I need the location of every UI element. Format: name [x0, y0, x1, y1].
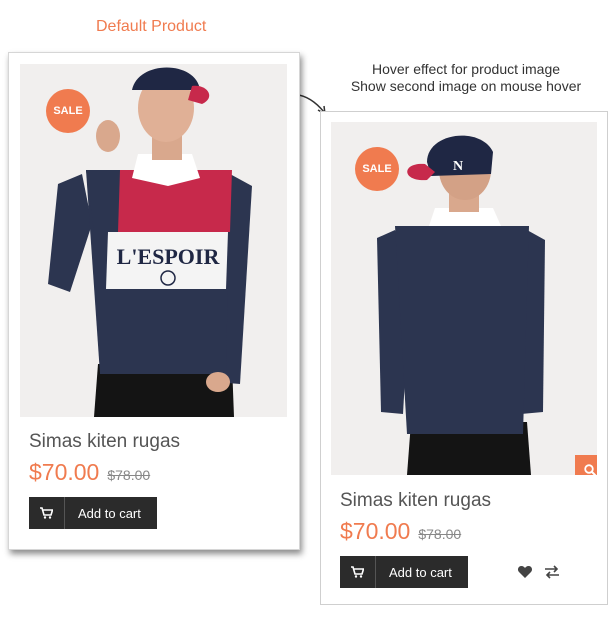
product-title[interactable]: Simas kiten rugas	[340, 490, 491, 512]
default-product-card[interactable]: L'ESPOIR SALE Simas kiten rugas $70.00 $…	[8, 52, 300, 550]
compare-icon[interactable]	[544, 564, 560, 580]
sale-badge: SALE	[46, 89, 90, 133]
price-row: $70.00 $78.00	[340, 518, 461, 545]
cart-icon	[340, 556, 376, 588]
product-image-hover[interactable]: N SALE	[331, 122, 597, 475]
hover-product-card[interactable]: N SALE Simas kiten rugas $70.00 $78.00 A…	[320, 111, 608, 605]
add-to-cart-label: Add to cart	[78, 505, 141, 521]
search-icon	[583, 463, 597, 475]
shirt-print: L'ESPOIR	[117, 244, 221, 269]
sale-price: $70.00	[340, 518, 411, 544]
original-price: $78.00	[107, 467, 151, 483]
price-row: $70.00 $78.00	[29, 459, 150, 486]
add-to-cart-label: Add to cart	[389, 564, 452, 580]
add-to-cart-button[interactable]: Add to cart	[29, 497, 157, 529]
add-to-cart-button[interactable]: Add to cart	[340, 556, 468, 588]
product-image[interactable]: L'ESPOIR SALE	[20, 64, 287, 417]
quick-view-button[interactable]	[575, 455, 597, 475]
heart-icon[interactable]	[517, 564, 533, 580]
hover-description-line-1: Hover effect for product image	[371, 61, 561, 77]
original-price: $78.00	[418, 526, 462, 542]
sale-badge: SALE	[355, 147, 399, 191]
svg-text:N: N	[453, 159, 463, 174]
hover-description-line-2: Show second image on mouse hover	[350, 78, 582, 94]
hover-description: Hover effect for product image Show seco…	[336, 61, 596, 95]
product-title[interactable]: Simas kiten rugas	[29, 431, 180, 453]
sale-price: $70.00	[29, 459, 100, 485]
default-product-heading: Default Product	[96, 18, 207, 35]
cart-icon	[29, 497, 65, 529]
